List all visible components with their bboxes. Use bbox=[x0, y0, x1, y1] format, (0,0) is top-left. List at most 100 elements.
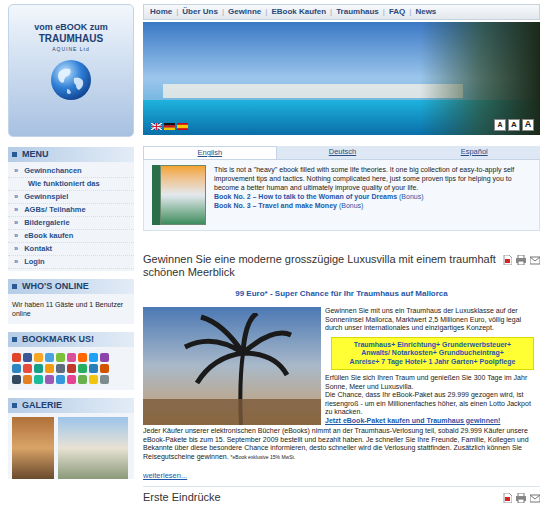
promo-box: This is not a "heavy" ebook filled with … bbox=[143, 160, 540, 231]
bookmark-icon[interactable] bbox=[12, 375, 21, 384]
bookmark-icon[interactable] bbox=[34, 353, 43, 362]
bookmark-icon[interactable] bbox=[67, 375, 76, 384]
nav-separator: | bbox=[383, 6, 385, 18]
language-tab[interactable]: English bbox=[143, 146, 277, 159]
email-icon[interactable] bbox=[530, 255, 540, 265]
menu-item[interactable]: » Kontakt bbox=[8, 243, 134, 256]
font-size-button[interactable]: A bbox=[494, 119, 506, 131]
nav-link[interactable]: Über Uns bbox=[182, 6, 218, 18]
body-paragraph: Erfüllen Sie sich Ihren Traum und genieß… bbox=[325, 374, 540, 391]
bookmark-icon[interactable] bbox=[56, 364, 65, 373]
nav-link[interactable]: FAQ bbox=[389, 6, 405, 18]
bookmark-icon[interactable] bbox=[78, 375, 87, 384]
bookmark-icon[interactable] bbox=[100, 375, 109, 384]
menu-label: AGBs/ Teilnahme bbox=[24, 204, 86, 215]
bookmark-icon[interactable] bbox=[45, 353, 54, 362]
logo-line: AQUINE Ltd bbox=[52, 45, 90, 53]
nav-separator: | bbox=[330, 6, 332, 18]
article-photo bbox=[143, 307, 321, 425]
gallery-thumb[interactable] bbox=[12, 417, 54, 479]
bookmark-icon[interactable] bbox=[78, 364, 87, 373]
menu-bullet: » bbox=[14, 256, 18, 267]
body-paragraph: Die Chance, dass Ihr eBook-Paket aus 29.… bbox=[325, 391, 540, 417]
menu-item[interactable]: » Gewinnchancen bbox=[8, 165, 134, 178]
bookmark-icon[interactable] bbox=[89, 364, 98, 373]
bookmark-icon[interactable] bbox=[100, 353, 109, 362]
bookmark-icon[interactable] bbox=[34, 364, 43, 373]
german-flag-icon[interactable] bbox=[164, 123, 175, 130]
nav-link[interactable]: News bbox=[415, 6, 436, 18]
top-nav: Home|Über Uns|Gewinne|EBook Kaufen|Traum… bbox=[143, 4, 540, 20]
bookmark-icon[interactable] bbox=[12, 364, 21, 373]
cta-link[interactable]: Jetzt eBook-Paket kaufen und Traumhaus g… bbox=[325, 417, 540, 426]
globe-icon bbox=[49, 58, 93, 102]
menu-label: eBook kaufen bbox=[24, 230, 73, 241]
header-mark bbox=[12, 152, 17, 157]
footnote: *eBook exklusive 15% MwSt. bbox=[231, 454, 296, 460]
language-tab[interactable]: Deutsch bbox=[277, 146, 409, 159]
nav-link[interactable]: EBook Kaufen bbox=[271, 6, 326, 18]
highlight-line: Anwalts/ Notarkosten+ Grundbucheintrag+ bbox=[332, 349, 533, 358]
bookmark-icon[interactable] bbox=[34, 375, 43, 384]
panel-header: MENU bbox=[8, 147, 134, 162]
next-article-title[interactable]: Erste Eindrücke bbox=[143, 491, 221, 504]
menu-item[interactable]: »eBook kaufen bbox=[8, 230, 134, 243]
gallery-panel: GALERIE bbox=[8, 398, 134, 479]
email-icon[interactable] bbox=[530, 493, 540, 503]
read-more-link[interactable]: weiterlesen... bbox=[143, 470, 540, 481]
menu-bullet: » bbox=[14, 243, 18, 254]
ebook-cover[interactable] bbox=[152, 165, 206, 225]
pdf-icon[interactable] bbox=[503, 255, 512, 265]
logo[interactable]: vom eBOOK zum TRAUMHAUS AQUINE Ltd bbox=[8, 4, 134, 137]
menu-item[interactable]: »Bildergalerie bbox=[8, 217, 134, 230]
menu-panel: MENU »GewinnchancenWie funktioniert das»… bbox=[8, 147, 134, 271]
print-icon[interactable] bbox=[516, 255, 526, 265]
menu-label: Kontakt bbox=[24, 243, 52, 254]
article-tools bbox=[503, 491, 540, 503]
gallery-thumb[interactable] bbox=[58, 417, 128, 479]
uk-flag-icon[interactable] bbox=[151, 123, 162, 130]
menu-bullet: » bbox=[14, 165, 18, 176]
panel-header: WHO'S ONLINE bbox=[8, 279, 134, 294]
bookmark-icon[interactable] bbox=[100, 364, 109, 373]
spanish-flag-icon[interactable] bbox=[177, 123, 188, 130]
bookmark-icon[interactable] bbox=[23, 353, 32, 362]
header-mark bbox=[12, 403, 17, 408]
panel-title: BOOKMARK US! bbox=[22, 333, 94, 347]
language-tab[interactable]: Español bbox=[408, 146, 540, 159]
who-online-panel: WHO'S ONLINE Wir haben 11 Gäste und 1 Be… bbox=[8, 279, 134, 324]
bonus-book: Book No. 2 – How to talk to the Woman of… bbox=[214, 192, 531, 201]
bookmark-icon[interactable] bbox=[89, 375, 98, 384]
bookmark-icon[interactable] bbox=[45, 375, 54, 384]
logo-line: TRAUMHAUS bbox=[39, 33, 103, 45]
menu-item[interactable]: Wie funktioniert das bbox=[8, 178, 134, 191]
menu-item[interactable]: »Login bbox=[8, 256, 134, 269]
font-size-button[interactable]: A bbox=[522, 119, 534, 131]
bookmark-icon[interactable] bbox=[89, 353, 98, 362]
print-icon[interactable] bbox=[516, 493, 526, 503]
bookmark-icon[interactable] bbox=[45, 364, 54, 373]
bookmark-icon[interactable] bbox=[78, 353, 87, 362]
bookmark-icon[interactable] bbox=[56, 353, 65, 362]
bonus-book-title[interactable]: Book No. 2 – How to talk to the Woman of… bbox=[214, 193, 397, 200]
pdf-icon[interactable] bbox=[503, 493, 512, 503]
font-size-button[interactable]: A bbox=[508, 119, 520, 131]
nav-link[interactable]: Traumhaus bbox=[336, 6, 379, 18]
bookmark-icon[interactable] bbox=[12, 353, 21, 362]
menu-label: Gewinnchancen bbox=[24, 165, 82, 176]
menu-item[interactable]: »AGBs/ Teilnahme bbox=[8, 204, 134, 217]
promo-text: This is not a "heavy" ebook filled with … bbox=[214, 165, 531, 192]
bookmark-icon[interactable] bbox=[67, 364, 76, 373]
bookmark-icon[interactable] bbox=[23, 364, 32, 373]
article-subtitle: 99 Euro* - Super Chance für Ihr Traumhau… bbox=[143, 288, 540, 300]
nav-link[interactable]: Home bbox=[150, 6, 172, 18]
bookmark-icon[interactable] bbox=[67, 353, 76, 362]
bookmark-icon[interactable] bbox=[23, 375, 32, 384]
article-title[interactable]: Gewinnen Sie eine moderne grosszügige Lu… bbox=[143, 253, 497, 279]
nav-link[interactable]: Gewinne bbox=[228, 6, 261, 18]
menu-bullet: » bbox=[14, 217, 18, 228]
menu-item[interactable]: »Gewinnspiel bbox=[8, 191, 134, 204]
panel-header: GALERIE bbox=[8, 398, 134, 413]
bonus-book-title[interactable]: Book No. 3 – Travel and make Money bbox=[214, 202, 337, 209]
bookmark-icon[interactable] bbox=[56, 375, 65, 384]
